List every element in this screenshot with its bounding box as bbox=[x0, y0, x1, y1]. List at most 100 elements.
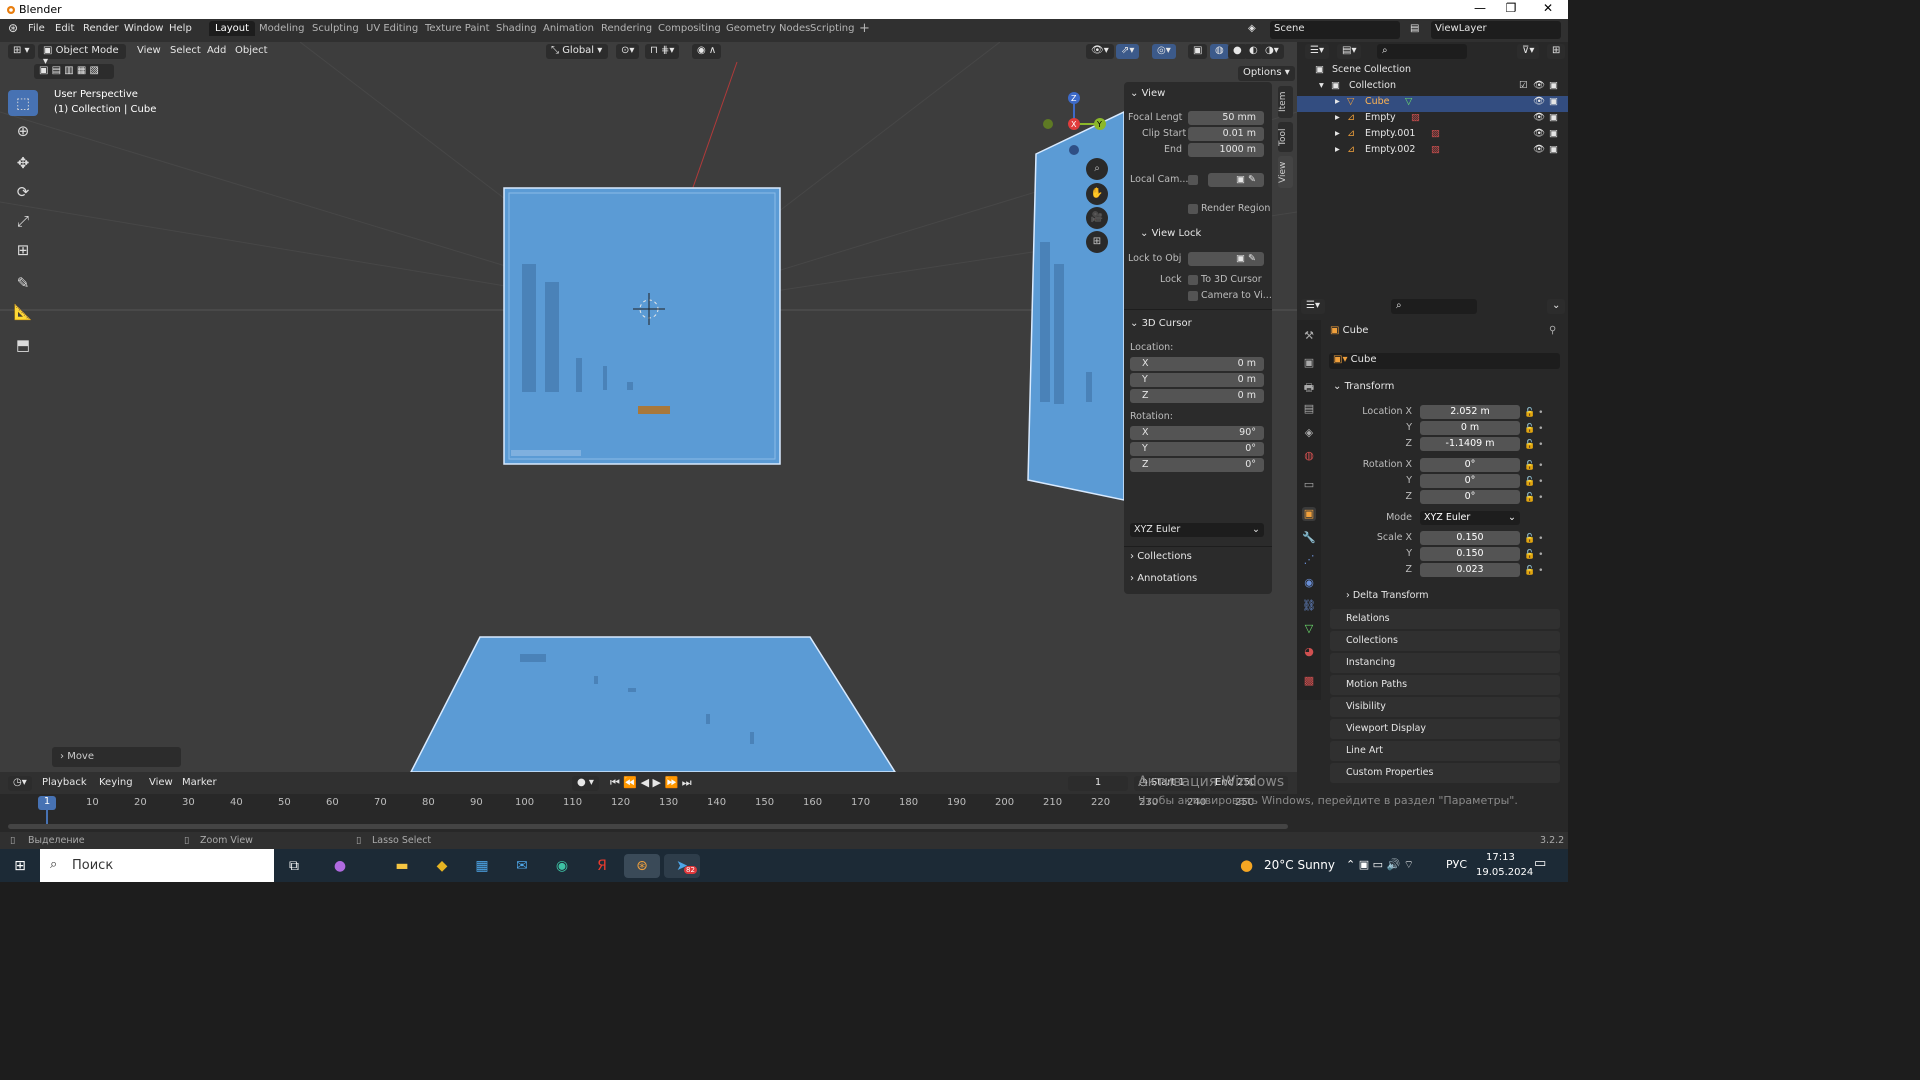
3d-cursor-header[interactable]: ⌄ 3D Cursor bbox=[1130, 318, 1192, 329]
game-app-icon[interactable]: ◆ bbox=[430, 854, 454, 878]
camera-icon[interactable]: ▣ bbox=[1549, 144, 1558, 155]
options-button[interactable]: Options ▾ bbox=[1238, 66, 1295, 81]
outliner-collection[interactable]: ▾ ▣ Collection ☑ 👁 ▣ bbox=[1297, 80, 1568, 96]
local-camera-field[interactable]: ▣ ✎ bbox=[1208, 173, 1264, 187]
notification-icon[interactable]: ▭ bbox=[1534, 856, 1546, 871]
lock-to-cursor-checkbox[interactable] bbox=[1188, 275, 1198, 285]
viewport-menu-select[interactable]: Select bbox=[170, 45, 201, 56]
tab-layout[interactable]: Layout bbox=[209, 21, 255, 36]
proportional-edit-icon[interactable]: ◉ ∧ bbox=[692, 44, 722, 59]
new-collection-icon[interactable]: ⊞ bbox=[1547, 44, 1566, 59]
perspective-toggle-icon[interactable]: ⊞ bbox=[1086, 231, 1108, 253]
lock-icons-rotation[interactable]: 🔓 • 🔓 • 🔓 • bbox=[1524, 458, 1543, 506]
tab-scripting[interactable]: Scripting bbox=[810, 23, 854, 34]
view-lock-header[interactable]: ⌄ View Lock bbox=[1140, 228, 1201, 239]
outliner-item-empty-001[interactable]: ▸ ⊿ Empty.001 ▨ 👁 ▣ bbox=[1297, 128, 1568, 144]
mail-icon[interactable]: ✉ bbox=[510, 854, 534, 878]
scene-icon[interactable]: ◈ bbox=[1248, 23, 1256, 34]
eye-icon[interactable]: 👁 bbox=[1533, 80, 1545, 91]
snap-icon[interactable]: ⊓ ⋕▾ bbox=[645, 44, 680, 59]
clock-date[interactable]: 19.05.2024 bbox=[1476, 867, 1533, 878]
shading-rendered-icon[interactable]: ◑▾ bbox=[1260, 44, 1284, 59]
properties-options-icon[interactable]: ⌄ bbox=[1547, 299, 1566, 314]
pan-hand-icon[interactable]: ✋ bbox=[1086, 183, 1108, 205]
scale-z-field[interactable]: 0.023 bbox=[1420, 563, 1520, 577]
collections-section[interactable]: › Collections bbox=[1130, 551, 1192, 562]
tab-tool[interactable]: Tool bbox=[1278, 122, 1293, 152]
outliner-scene-collection[interactable]: ▣ Scene Collection bbox=[1297, 64, 1568, 80]
tab-shading[interactable]: Shading bbox=[496, 23, 537, 34]
tab-geometry-nodes[interactable]: Geometry Nodes bbox=[726, 23, 810, 34]
add-workspace-icon[interactable]: + bbox=[859, 21, 870, 36]
record-icon[interactable]: ● ▾ bbox=[572, 776, 599, 791]
properties-search-input[interactable]: ⌕ bbox=[1391, 299, 1477, 314]
outliner-search-input[interactable]: ⌕ bbox=[1377, 44, 1467, 59]
relations-section[interactable]: Relations bbox=[1330, 609, 1560, 629]
custom-properties-section[interactable]: Custom Properties bbox=[1330, 763, 1560, 783]
eye-icon[interactable]: 👁 bbox=[1533, 112, 1545, 123]
current-frame-field[interactable]: 1 bbox=[1068, 776, 1128, 791]
weather-text[interactable]: 20°C Sunny bbox=[1264, 858, 1335, 872]
timeline-menu-marker[interactable]: Marker bbox=[182, 777, 217, 788]
viewport-menu-view[interactable]: View bbox=[137, 45, 161, 56]
scene-selector[interactable]: Scene bbox=[1270, 21, 1400, 39]
zoom-icon[interactable]: ⌕ bbox=[1086, 158, 1108, 180]
editor-type-icon[interactable]: ⊞ ▾ bbox=[8, 44, 35, 59]
constraints-props-icon[interactable]: ⛓ bbox=[1302, 599, 1316, 613]
rotation-y-field[interactable]: 0° bbox=[1420, 474, 1520, 488]
viewlayer-selector[interactable]: ViewLayer bbox=[1431, 21, 1561, 39]
texture-props-icon[interactable]: ▩ bbox=[1302, 674, 1316, 688]
motion-paths-section[interactable]: Motion Paths bbox=[1330, 675, 1560, 695]
instancing-section[interactable]: Instancing bbox=[1330, 653, 1560, 673]
visibility-section[interactable]: Visibility bbox=[1330, 697, 1560, 717]
clip-start-field[interactable]: 0.01 m bbox=[1188, 127, 1264, 141]
file-explorer-icon[interactable]: ▬ bbox=[390, 854, 414, 878]
cursor-tool-icon[interactable]: ⊕ bbox=[8, 118, 38, 144]
expand-icon[interactable]: ▸ bbox=[1335, 112, 1340, 123]
lock-icons-scale[interactable]: 🔓 • 🔓 • 🔓 • bbox=[1524, 531, 1543, 579]
minimize-icon[interactable]: — bbox=[1465, 1, 1495, 15]
filter-icon[interactable]: ⊽▾ bbox=[1517, 44, 1540, 59]
camera-icon[interactable]: ▣ bbox=[1549, 128, 1558, 139]
scale-y-field[interactable]: 0.150 bbox=[1420, 547, 1520, 561]
modifier-props-icon[interactable]: 🔧 bbox=[1302, 531, 1316, 545]
cursor-loc-x-field[interactable]: X 0 m bbox=[1130, 357, 1264, 371]
select-mode-buttons[interactable]: ▣ ▤ ▥ ▦ ▧ bbox=[34, 64, 114, 79]
clip-end-field[interactable]: 1000 m bbox=[1188, 143, 1264, 157]
transform-panel-header[interactable]: ⌄ Transform bbox=[1333, 381, 1394, 392]
timeline-scrollbar[interactable] bbox=[8, 824, 1288, 829]
material-props-icon[interactable]: ◕ bbox=[1302, 645, 1316, 659]
timeline-editor-type-icon[interactable]: ◷▾ bbox=[8, 776, 32, 791]
camera-icon[interactable]: ▣ bbox=[1549, 80, 1558, 91]
rotation-z-field[interactable]: 0° bbox=[1420, 490, 1520, 504]
render-region-checkbox[interactable] bbox=[1188, 204, 1198, 214]
tab-item[interactable]: Item bbox=[1278, 86, 1293, 118]
navigation-gizmo[interactable]: Z Y X bbox=[1036, 90, 1116, 160]
properties-editor-type-icon[interactable]: ☰▾ bbox=[1301, 299, 1325, 314]
timeline-menu-playback[interactable]: Playback bbox=[42, 777, 87, 788]
output-props-icon[interactable]: 🖶 bbox=[1302, 379, 1316, 394]
ms-store-icon[interactable]: ▦ bbox=[470, 854, 494, 878]
rotation-mode-select[interactable]: XYZ Euler ⌄ bbox=[1420, 511, 1520, 525]
timeline-menu-keying[interactable]: Keying bbox=[99, 777, 133, 788]
lock-to-object-field[interactable]: ▣ ✎ bbox=[1188, 252, 1264, 266]
viewport-display-section[interactable]: Viewport Display bbox=[1330, 719, 1560, 739]
tab-sculpting[interactable]: Sculpting bbox=[312, 23, 359, 34]
line-art-section[interactable]: Line Art bbox=[1330, 741, 1560, 761]
shading-wire-icon[interactable]: ◍ bbox=[1210, 44, 1229, 59]
location-x-field[interactable]: 2.052 m bbox=[1420, 405, 1520, 419]
tab-modeling[interactable]: Modeling bbox=[259, 23, 305, 34]
edge-browser-icon[interactable]: ◉ bbox=[550, 854, 574, 878]
lock-icons[interactable]: 🔓 • 🔓 • 🔓 • bbox=[1524, 405, 1543, 453]
outliner-editor-type-icon[interactable]: ☰▾ bbox=[1305, 44, 1329, 59]
cursor-rot-z-field[interactable]: Z 0° bbox=[1130, 458, 1264, 472]
viewport-menu-object[interactable]: Object bbox=[235, 45, 268, 56]
annotate-tool-icon[interactable]: ✎ bbox=[8, 270, 38, 296]
tab-texture-paint[interactable]: Texture Paint bbox=[425, 23, 490, 34]
menu-window[interactable]: Window bbox=[124, 23, 163, 34]
world-props-icon[interactable]: ◍ bbox=[1302, 449, 1316, 463]
transform-tool-icon[interactable]: ⊞ bbox=[8, 237, 38, 263]
outliner-item-empty-002[interactable]: ▸ ⊿ Empty.002 ▨ 👁 ▣ bbox=[1297, 144, 1568, 160]
expand-icon[interactable]: ▾ bbox=[1319, 80, 1324, 91]
collection-props-icon[interactable]: ▭ bbox=[1302, 478, 1316, 492]
